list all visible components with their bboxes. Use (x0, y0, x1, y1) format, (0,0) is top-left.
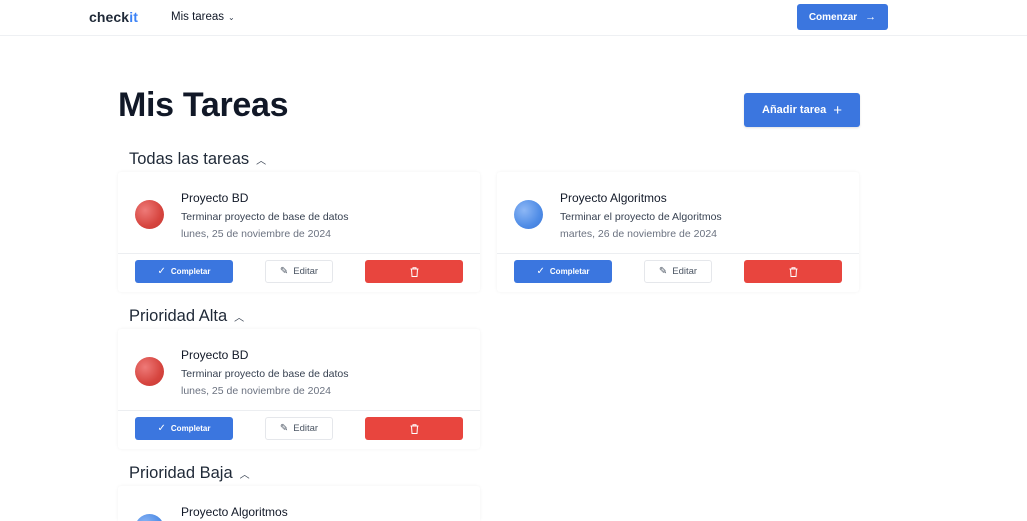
section-header-todas[interactable]: Todas las tareas ︿ (129, 150, 266, 169)
complete-button[interactable]: ✓ Completar (135, 417, 233, 440)
chevron-down-icon: ⌄ (228, 13, 235, 22)
edit-button-label: Editar (293, 423, 319, 434)
task-description: Terminar proyecto de base de datos (181, 211, 349, 223)
check-icon: ✓ (157, 266, 166, 277)
card-divider (118, 253, 480, 254)
nav-menu-mis-tareas[interactable]: Mis tareas ⌄ (171, 11, 235, 23)
edit-button[interactable]: ✎ Editar (644, 260, 712, 283)
task-title: Proyecto BD (181, 191, 249, 205)
edit-button[interactable]: ✎ Editar (265, 417, 333, 440)
complete-button[interactable]: ✓ Completar (135, 260, 233, 283)
complete-button[interactable]: ✓ Completar (514, 260, 612, 283)
add-task-button-label: Añadir tarea (762, 104, 827, 116)
pencil-icon: ✎ (279, 266, 289, 277)
priority-dot (135, 514, 164, 521)
section-header-alta[interactable]: Prioridad Alta ︿ (129, 307, 244, 326)
task-description: Terminar proyecto de base de datos (181, 368, 349, 380)
comenzar-button-label: Comenzar (808, 11, 858, 23)
page-title: Mis Tareas (118, 86, 289, 124)
priority-dot (135, 357, 164, 386)
arrow-right-icon: → (865, 11, 877, 23)
task-date: lunes, 25 de noviembre de 2024 (181, 228, 332, 240)
complete-button-label: Completar (170, 267, 211, 276)
section-label: Prioridad Alta (129, 307, 228, 325)
chevron-up-icon: ︿ (239, 470, 250, 481)
pencil-icon: ✎ (279, 423, 289, 434)
card-divider (497, 253, 859, 254)
delete-button[interactable] (365, 417, 463, 440)
add-task-button[interactable]: Añadir tarea + (744, 93, 860, 127)
task-title: Proyecto Algoritmos (560, 191, 667, 205)
section-label: Prioridad Baja (129, 464, 233, 482)
trash-icon (789, 266, 797, 277)
logo-text-main: check (89, 9, 130, 25)
trash-icon (410, 423, 418, 434)
section-header-baja[interactable]: Prioridad Baja ︿ (129, 464, 250, 483)
pencil-icon: ✎ (658, 266, 668, 277)
edit-button-label: Editar (672, 266, 698, 277)
check-icon: ✓ (536, 266, 545, 277)
delete-button[interactable] (365, 260, 463, 283)
task-date: martes, 26 de noviembre de 2024 (560, 228, 718, 240)
logo-text-accent: it (129, 9, 138, 25)
edit-button[interactable]: ✎ Editar (265, 260, 333, 283)
trash-icon (410, 266, 418, 277)
logo[interactable]: checkit (89, 9, 138, 25)
top-navbar: checkit Mis tareas ⌄ Comenzar → (0, 0, 1027, 36)
comenzar-button[interactable]: Comenzar → (797, 4, 888, 30)
edit-button-label: Editar (293, 266, 319, 277)
nav-menu-label: Mis tareas (171, 11, 225, 23)
task-card: Proyecto Algoritmos (118, 486, 480, 521)
task-title: Proyecto BD (181, 348, 249, 362)
complete-button-label: Completar (549, 267, 590, 276)
check-icon: ✓ (157, 423, 166, 434)
task-date: lunes, 25 de noviembre de 2024 (181, 385, 332, 397)
delete-button[interactable] (744, 260, 842, 283)
complete-button-label: Completar (170, 424, 211, 433)
chevron-up-icon: ︿ (256, 156, 267, 167)
priority-dot (514, 200, 543, 229)
card-divider (118, 410, 480, 411)
task-card: Proyecto BD Terminar proyecto de base de… (118, 172, 480, 292)
section-label: Todas las tareas (129, 150, 250, 168)
chevron-up-icon: ︿ (234, 313, 245, 324)
plus-icon: + (833, 101, 842, 119)
task-title: Proyecto Algoritmos (181, 505, 288, 519)
task-description: Terminar el proyecto de Algoritmos (560, 211, 722, 223)
task-card: Proyecto BD Terminar proyecto de base de… (118, 329, 480, 449)
priority-dot (135, 200, 164, 229)
task-card: Proyecto Algoritmos Terminar el proyecto… (497, 172, 859, 292)
